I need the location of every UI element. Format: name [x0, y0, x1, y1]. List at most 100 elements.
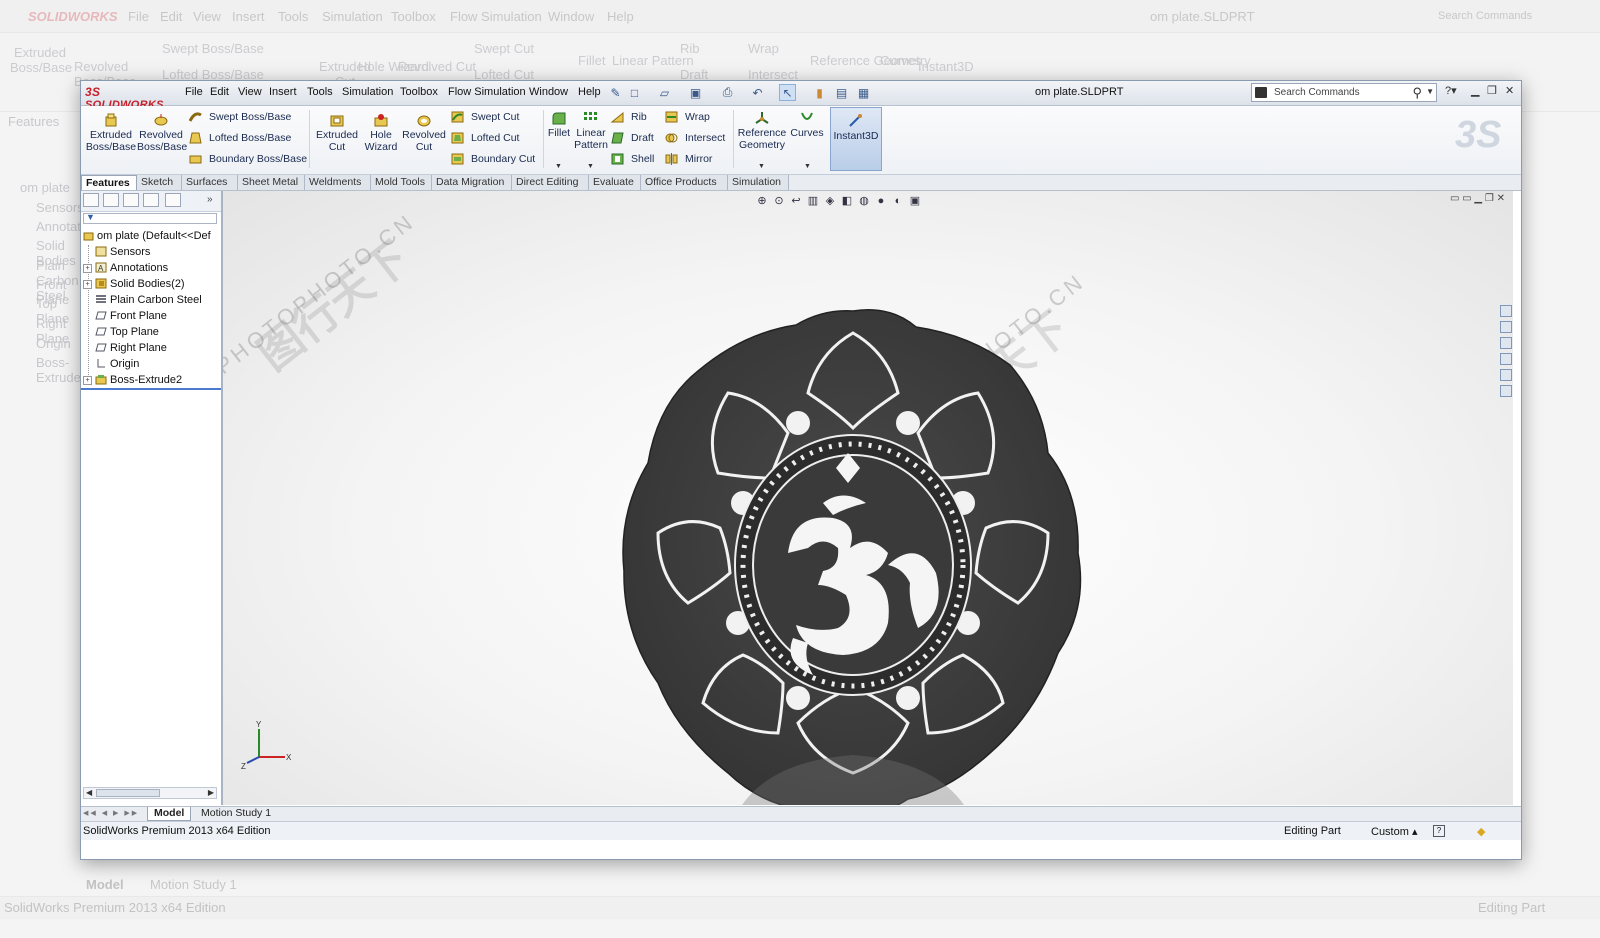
om-plate-model[interactable]	[618, 303, 1088, 805]
pin-icon[interactable]: ✎	[607, 84, 624, 101]
display-style-icon[interactable]: ◧	[840, 194, 854, 208]
menu-simulation[interactable]: Simulation	[342, 86, 393, 98]
scroll-right-icon[interactable]: ▶	[208, 788, 214, 797]
new-icon[interactable]: □	[626, 84, 643, 101]
feature-filter-input[interactable]: ▼	[83, 212, 217, 224]
swept-cut-button[interactable]: Swept Cut	[451, 111, 519, 123]
hide-show-items-icon[interactable]: ◍	[857, 194, 871, 208]
zoom-to-fit-icon[interactable]: ⊕	[755, 194, 769, 208]
shell-button[interactable]: Shell	[611, 153, 654, 165]
tab-sketch[interactable]: Sketch	[137, 175, 182, 190]
extruded-cut-button[interactable]: Extruded Cut	[313, 113, 361, 153]
feature-tree-tab-icon[interactable]	[83, 193, 99, 207]
tab-motion-study-1[interactable]: Motion Study 1	[195, 807, 277, 821]
help-icon[interactable]: ?▾	[1445, 84, 1457, 97]
view-settings-icon[interactable]: ▣	[908, 194, 922, 208]
expand-panel-icon[interactable]: »	[207, 194, 213, 205]
extruded-boss-button[interactable]: Extruded Boss/Base	[85, 113, 137, 153]
tab-features[interactable]: Features	[81, 175, 137, 190]
rebuild-icon[interactable]: ▮	[811, 84, 828, 101]
configuration-manager-tab-icon[interactable]	[123, 193, 139, 207]
chevron-down-icon[interactable]: ▼	[758, 163, 765, 170]
zoom-to-area-icon[interactable]: ⊙	[772, 194, 786, 208]
menu-file[interactable]: File	[185, 86, 203, 98]
close-icon[interactable]: ✕	[1505, 84, 1514, 97]
search-input[interactable]: Search Commands	[1274, 87, 1360, 98]
draft-button[interactable]: Draft	[611, 132, 654, 144]
boundary-boss-button[interactable]: Boundary Boss/Base	[189, 153, 307, 165]
viewport-controls[interactable]: ▭ ▭ ▁ ❐ ✕	[1450, 193, 1505, 204]
search-icon[interactable]: ⚲	[1412, 85, 1422, 101]
menu-window[interactable]: Window	[529, 86, 568, 98]
menu-flow-simulation[interactable]: Flow Simulation	[448, 86, 526, 98]
linear-pattern-button[interactable]: Linear Pattern	[573, 111, 609, 151]
horizontal-scrollbar[interactable]: ◀ ▶	[83, 787, 217, 799]
chevron-down-icon[interactable]: ▼	[1426, 87, 1434, 96]
search-type-icon[interactable]	[1255, 87, 1267, 98]
tab-model[interactable]: Model	[147, 807, 192, 821]
menu-tools[interactable]: Tools	[307, 86, 333, 98]
save-icon[interactable]: ▣	[687, 84, 704, 101]
boundary-cut-button[interactable]: Boundary Cut	[451, 153, 535, 165]
previous-view-icon[interactable]: ↩	[789, 194, 803, 208]
lofted-boss-button[interactable]: Lofted Boss/Base	[189, 132, 291, 144]
graphics-area[interactable]: ⊕ ⊙ ↩ ▥ ◈ ◧ ◍ ● ◐ ▣ ▭ ▭ ▁ ❐ ✕ 图行天下 PHOTO…	[223, 191, 1513, 805]
tab-simulation[interactable]: Simulation	[728, 175, 789, 190]
menu-toolbox[interactable]: Toolbox	[400, 86, 438, 98]
tab-data-migration[interactable]: Data Migration	[432, 175, 512, 190]
revolved-cut-button[interactable]: Revolved Cut	[401, 113, 447, 153]
chevron-down-icon[interactable]: ▼	[804, 163, 811, 170]
chevron-down-icon[interactable]: ▼	[587, 163, 594, 170]
revolved-boss-button[interactable]: Revolved Boss/Base	[137, 113, 187, 153]
view-palette-icon[interactable]	[1500, 353, 1512, 365]
print-icon[interactable]: ⎙	[719, 84, 736, 101]
select-icon[interactable]: ↖	[779, 84, 796, 101]
units-dropdown[interactable]: Custom ▴	[1371, 825, 1417, 838]
fillet-button[interactable]: Fillet	[545, 111, 573, 139]
edit-appearance-icon[interactable]: ●	[874, 194, 888, 208]
tab-surfaces[interactable]: Surfaces	[182, 175, 238, 190]
menu-help[interactable]: Help	[578, 86, 601, 98]
scroll-left-icon[interactable]: ◀	[86, 788, 92, 797]
design-library-icon[interactable]	[1500, 321, 1512, 333]
expand-icon[interactable]: +	[83, 376, 92, 385]
wrap-button[interactable]: Wrap	[665, 111, 710, 123]
dimxpert-tab-icon[interactable]	[143, 193, 159, 207]
apply-scene-icon[interactable]: ◐	[891, 194, 905, 208]
custom-properties-icon[interactable]	[1500, 385, 1512, 397]
file-explorer-icon[interactable]	[1500, 337, 1512, 349]
expand-icon[interactable]: +	[83, 264, 92, 273]
options-icon[interactable]: ▦	[855, 84, 872, 101]
open-icon[interactable]: ▱	[656, 84, 673, 101]
menu-insert[interactable]: Insert	[269, 86, 297, 98]
file-properties-icon[interactable]: ▤	[833, 84, 850, 101]
tab-mold-tools[interactable]: Mold Tools	[371, 175, 432, 190]
menu-edit[interactable]: Edit	[210, 86, 229, 98]
tab-weldments[interactable]: Weldments	[305, 175, 371, 190]
search-commands-field[interactable]: Search Commands ⚲ ▼	[1251, 83, 1437, 102]
lofted-cut-button[interactable]: Lofted Cut	[451, 132, 519, 144]
rollback-bar[interactable]	[81, 388, 221, 390]
display-manager-tab-icon[interactable]	[165, 193, 181, 207]
hole-wizard-button[interactable]: Hole Wizard	[361, 113, 401, 153]
view-orientation-icon[interactable]: ◈	[823, 194, 837, 208]
tab-office-products[interactable]: Office Products	[641, 175, 728, 190]
intersect-button[interactable]: Intersect	[665, 132, 725, 144]
section-view-icon[interactable]: ▥	[806, 194, 820, 208]
tab-direct-editing[interactable]: Direct Editing	[512, 175, 589, 190]
help-icon[interactable]: ?	[1433, 825, 1445, 837]
tab-evaluate[interactable]: Evaluate	[589, 175, 641, 190]
property-manager-tab-icon[interactable]	[103, 193, 119, 207]
tab-navigation-arrows[interactable]: ◀◀ ◀ ▶ ▶▶	[83, 809, 139, 817]
solidworks-logo[interactable]: 3SSOLIDWORKS	[85, 85, 171, 111]
curves-button[interactable]: Curves	[789, 111, 825, 139]
rib-button[interactable]: Rib	[611, 111, 647, 123]
menu-view[interactable]: View	[238, 86, 262, 98]
restore-icon[interactable]: ❐	[1487, 84, 1497, 97]
rebuild-status-icon[interactable]: ◆	[1477, 825, 1485, 838]
home-icon[interactable]	[1500, 305, 1512, 317]
expand-icon[interactable]: +	[83, 280, 92, 289]
scroll-thumb[interactable]	[96, 789, 160, 797]
tab-sheet-metal[interactable]: Sheet Metal	[238, 175, 305, 190]
chevron-down-icon[interactable]: ▼	[555, 163, 562, 170]
